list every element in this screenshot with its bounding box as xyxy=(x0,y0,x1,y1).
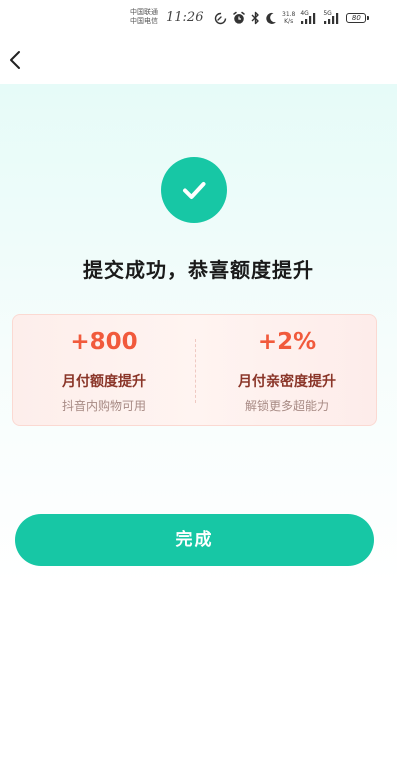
page-title: 提交成功，恭喜额度提升 xyxy=(83,258,314,282)
carrier-info: 中国联通 中国电信 xyxy=(130,8,158,26)
data-saver-icon xyxy=(214,12,227,24)
benefit-card: +800 月付额度提升 抖音内购物可用 +2% 月付亲密度提升 解锁更多超能力 xyxy=(12,314,377,426)
status-time: 11:26 xyxy=(166,10,204,25)
signal-icon: 5G xyxy=(323,10,341,25)
result-panel: 提交成功，恭喜额度提升 +800 月付额度提升 抖音内购物可用 +2% 月付亲密… xyxy=(0,84,397,584)
speed-value: 31.8 xyxy=(282,11,296,18)
benefit-item-credit-limit: +800 月付额度提升 抖音内购物可用 xyxy=(13,315,195,427)
benefit-description: 抖音内购物可用 xyxy=(61,399,146,413)
status-bar: 中国联通 中国电信 11:26 31.8 K/s 4G 5G 80 xyxy=(0,0,397,36)
benefit-value: +800 xyxy=(70,329,138,355)
back-button[interactable] xyxy=(2,46,28,74)
check-icon xyxy=(183,182,206,199)
check-circle-icon xyxy=(161,157,227,223)
benefit-value: +2% xyxy=(257,329,317,355)
carrier-1: 中国联通 xyxy=(130,8,158,16)
benefit-label: 月付额度提升 xyxy=(62,374,146,390)
battery-level: 80 xyxy=(351,14,361,22)
signal-icon: 4G xyxy=(300,10,318,25)
alarm-icon xyxy=(233,11,245,24)
moon-icon xyxy=(266,12,276,24)
nav-bar xyxy=(0,36,397,84)
benefit-description: 解锁更多超能力 xyxy=(244,399,329,413)
chevron-left-icon xyxy=(10,51,20,69)
done-button[interactable]: 完成 xyxy=(15,514,374,566)
carrier-2: 中国电信 xyxy=(130,17,158,25)
speed-unit: K/s xyxy=(284,18,294,25)
status-icons: 31.8 K/s 4G 5G 80 xyxy=(214,9,370,27)
bluetooth-icon xyxy=(251,11,259,25)
battery-icon: 80 xyxy=(346,13,370,23)
benefit-label: 月付亲密度提升 xyxy=(238,374,336,390)
benefit-item-intimacy: +2% 月付亲密度提升 解锁更多超能力 xyxy=(196,315,378,427)
network-speed: 31.8 K/s xyxy=(282,11,295,25)
